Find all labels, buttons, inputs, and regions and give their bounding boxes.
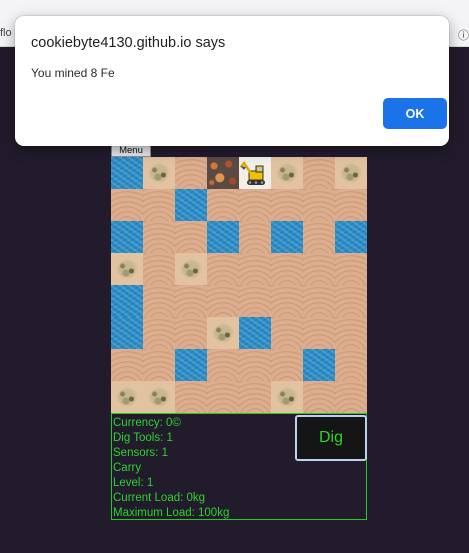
sand-tile[interactable] — [207, 349, 239, 381]
sand-tile[interactable] — [335, 317, 367, 349]
sand-tile[interactable] — [271, 285, 303, 317]
rock-tile[interactable] — [143, 381, 175, 413]
water-tile[interactable] — [271, 221, 303, 253]
sand-tile[interactable] — [303, 285, 335, 317]
sand-tile[interactable] — [335, 189, 367, 221]
rock-tile[interactable] — [207, 317, 239, 349]
sand-tile[interactable] — [303, 157, 335, 189]
rock-tile[interactable] — [111, 253, 143, 285]
dig-tools-readout: Dig Tools: 1 — [113, 432, 173, 444]
sand-tile[interactable] — [271, 317, 303, 349]
water-tile[interactable] — [111, 285, 143, 317]
sand-tile[interactable] — [143, 285, 175, 317]
rock-tile[interactable] — [143, 157, 175, 189]
sand-tile[interactable] — [175, 285, 207, 317]
menu-button[interactable]: Menu — [111, 145, 151, 157]
sand-tile[interactable] — [111, 349, 143, 381]
sand-tile[interactable] — [239, 189, 271, 221]
rock-tile[interactable] — [111, 381, 143, 413]
water-tile[interactable] — [175, 349, 207, 381]
water-tile[interactable] — [335, 221, 367, 253]
sand-tile[interactable] — [143, 189, 175, 221]
rock-tile[interactable] — [175, 253, 207, 285]
sand-tile[interactable] — [271, 349, 303, 381]
water-tile[interactable] — [303, 349, 335, 381]
iron-ore-tile[interactable] — [207, 157, 239, 189]
water-tile[interactable] — [239, 317, 271, 349]
sand-tile[interactable] — [175, 317, 207, 349]
sand-tile[interactable] — [143, 221, 175, 253]
sand-tile[interactable] — [239, 285, 271, 317]
rock-tile[interactable] — [271, 381, 303, 413]
sand-tile[interactable] — [335, 349, 367, 381]
sand-tile[interactable] — [335, 253, 367, 285]
water-tile[interactable] — [207, 221, 239, 253]
mine-map[interactable] — [111, 157, 367, 413]
water-tile[interactable] — [111, 221, 143, 253]
sand-tile[interactable] — [207, 285, 239, 317]
water-tile[interactable] — [111, 157, 143, 189]
water-tile[interactable] — [175, 189, 207, 221]
sand-tile[interactable] — [239, 349, 271, 381]
browser-tab-title[interactable]: flo — [0, 27, 12, 39]
stats-panel: Currency: 0© Dig Tools: 1 Sensors: 1 Car… — [111, 413, 367, 520]
sand-tile[interactable] — [303, 253, 335, 285]
sand-tile[interactable] — [239, 253, 271, 285]
alert-title: cookiebyte4130.github.io says — [31, 35, 226, 51]
sand-tile[interactable] — [143, 317, 175, 349]
sand-tile[interactable] — [175, 157, 207, 189]
page: flo ⓘ Menu Currency: 0© Dig Tools: 1 Sen… — [0, 0, 469, 553]
sensors-readout: Sensors: 1 — [113, 447, 168, 459]
sand-tile[interactable] — [303, 317, 335, 349]
sand-tile[interactable] — [271, 253, 303, 285]
water-tile[interactable] — [111, 317, 143, 349]
carry-label: Carry — [113, 462, 142, 474]
sand-tile[interactable] — [271, 189, 303, 221]
sand-tile[interactable] — [111, 189, 143, 221]
sand-tile[interactable] — [239, 381, 271, 413]
sand-tile[interactable] — [303, 381, 335, 413]
sand-tile[interactable] — [335, 285, 367, 317]
sand-tile[interactable] — [207, 189, 239, 221]
current-load-readout: Current Load: 0kg — [113, 492, 206, 504]
sand-tile[interactable] — [239, 221, 271, 253]
sand-tile[interactable] — [175, 221, 207, 253]
sand-tile[interactable] — [303, 221, 335, 253]
currency-readout: Currency: 0© — [113, 417, 181, 429]
maximum-load-readout: Maximum Load: 100kg — [113, 507, 230, 519]
sand-tile[interactable] — [143, 349, 175, 381]
ok-button[interactable]: OK — [383, 98, 447, 129]
alert-dialog: cookiebyte4130.github.io says You mined … — [15, 16, 449, 146]
sand-tile[interactable] — [175, 381, 207, 413]
excavator-player-tile[interactable] — [239, 157, 271, 189]
alert-message: You mined 8 Fe — [31, 66, 115, 80]
sand-tile[interactable] — [335, 381, 367, 413]
sand-tile[interactable] — [303, 189, 335, 221]
dig-button[interactable]: Dig — [295, 415, 367, 461]
level-readout: Level: 1 — [113, 477, 154, 489]
sand-tile[interactable] — [207, 253, 239, 285]
rock-tile[interactable] — [271, 157, 303, 189]
rock-tile[interactable] — [335, 157, 367, 189]
sand-tile[interactable] — [207, 381, 239, 413]
browser-info-icon[interactable]: ⓘ — [458, 27, 469, 43]
sand-tile[interactable] — [143, 253, 175, 285]
